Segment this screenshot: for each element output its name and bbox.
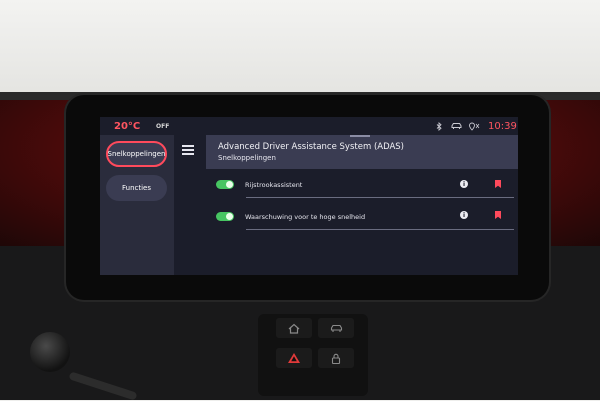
hazard-icon [288, 353, 300, 363]
car-button[interactable] [318, 318, 354, 338]
setting-label: Waarschuwing voor te hoge snelheid [245, 213, 366, 221]
row-divider [246, 197, 514, 198]
sidebar-item-functions[interactable]: Functies [106, 175, 167, 201]
lock-button[interactable] [318, 348, 354, 368]
home-button[interactable] [276, 318, 312, 338]
car-icon [330, 324, 342, 332]
bookmark-icon[interactable] [495, 180, 501, 188]
page-header [206, 135, 518, 169]
lane-assist-toggle[interactable] [216, 180, 234, 189]
drag-handle[interactable] [350, 135, 370, 137]
clock: 10:39 [488, 121, 517, 132]
speed-warning-toggle[interactable] [216, 212, 234, 221]
background-wall [0, 0, 600, 96]
climate-state[interactable]: OFF [156, 123, 169, 130]
hazard-button[interactable] [276, 348, 312, 368]
status-bar: 20°C OFF 10:39 [100, 117, 518, 135]
menu-icon[interactable] [182, 145, 194, 155]
infotainment-screen: 20°C OFF 10:39 Snelkoppelingen Functies … [100, 117, 518, 275]
sidebar: Snelkoppelingen Functies [100, 135, 174, 275]
sidebar-item-shortcuts[interactable]: Snelkoppelingen [106, 141, 167, 167]
home-icon [288, 323, 300, 334]
lock-icon [331, 353, 341, 364]
page-title: Advanced Driver Assistance System (ADAS) [218, 142, 404, 152]
sidebar-item-label: Snelkoppelingen [107, 150, 166, 158]
setting-label: Rijstrookassistent [245, 181, 303, 189]
car-icon [451, 122, 462, 132]
info-icon[interactable]: i [460, 180, 468, 188]
bluetooth-icon [436, 121, 442, 133]
rotary-knob [30, 332, 70, 372]
temperature-readout[interactable]: 20°C [114, 121, 140, 132]
location-muted-icon [468, 122, 480, 133]
bookmark-icon[interactable] [495, 211, 501, 219]
physical-button-panel [258, 314, 368, 396]
sidebar-item-label: Functies [121, 184, 151, 192]
page-subtitle: Snelkoppelingen [218, 154, 276, 162]
info-icon[interactable]: i [460, 211, 468, 219]
row-divider [246, 229, 514, 230]
